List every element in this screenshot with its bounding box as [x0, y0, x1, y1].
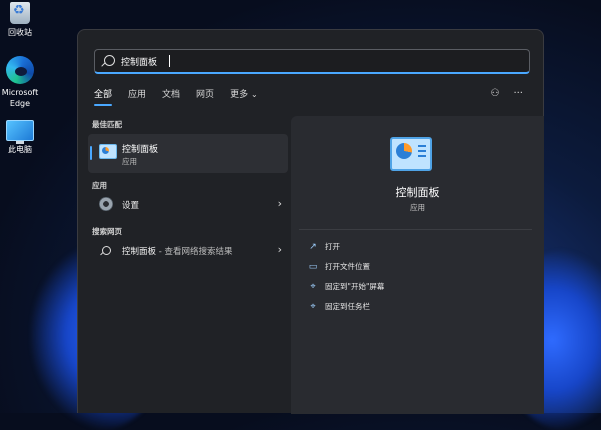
pin-icon: ⌖ [310, 282, 316, 292]
action-label: 打开文件位置 [325, 262, 370, 271]
action-label: 打开 [325, 242, 340, 251]
best-match-name: 控制面板 [122, 145, 159, 155]
recycle-bin-icon [10, 2, 30, 24]
action-label: 固定到任务栏 [325, 302, 370, 311]
header-actions: ⚇ ··· [490, 88, 523, 99]
search-icon [104, 55, 115, 66]
app-result-settings[interactable]: 设置 › [88, 193, 288, 217]
web-result[interactable]: 控制面板 - 查看网络搜索结果 › [88, 239, 288, 263]
desktop-edge[interactable]: Microsoft Edge [0, 56, 42, 109]
desktop-icon-label: 回收站 [8, 28, 32, 37]
detail-title: 控制面板 [395, 186, 440, 199]
filter-tabs: 全部 应用 文档 网页 更多 ⌄ [94, 88, 274, 108]
best-match-item[interactable]: 控制面板 应用 [88, 134, 288, 173]
chevron-right-icon: › [277, 197, 282, 210]
divider [299, 229, 532, 230]
chevron-right-icon: › [277, 243, 282, 256]
settings-gear-icon [99, 197, 113, 211]
desktop-icon-label: 此电脑 [8, 145, 32, 154]
tab-all[interactable]: 全部 [94, 88, 118, 106]
results-list: 最佳匹配 控制面板 应用 应用 设置 › 搜索网页 控制面板 - 查看网络搜索结… [88, 118, 288, 271]
more-icon[interactable]: ··· [513, 88, 523, 99]
section-title-web: 搜索网页 [92, 227, 122, 236]
start-search-panel: 全部 应用 文档 网页 更多 ⌄ ⚇ ··· 最佳匹配 控制面板 应用 应用 设… [77, 29, 544, 414]
web-result-label: 控制面板 - 查看网络搜索结果 [122, 245, 233, 257]
open-icon: ↗ [309, 242, 317, 252]
section-title-apps: 应用 [92, 181, 107, 190]
control-panel-icon [390, 137, 432, 171]
share-icon[interactable]: ⚇ [490, 88, 499, 99]
detail-type: 应用 [410, 203, 425, 212]
best-match-type: 应用 [122, 157, 137, 166]
search-icon [102, 246, 111, 255]
desktop-icon-label: Microsoft Edge [1, 88, 39, 108]
desktop-this-pc[interactable]: 此电脑 [0, 120, 40, 155]
tab-documents[interactable]: 文档 [162, 88, 186, 104]
folder-icon: ▭ [308, 262, 318, 272]
chevron-down-icon: ⌄ [250, 90, 258, 99]
detail-pane: 控制面板 应用 ↗ 打开 ▭ 打开文件位置 ⌖ 固定到"开始"屏幕 ⌖ 固定到任… [291, 116, 544, 414]
control-panel-icon [99, 144, 117, 159]
computer-icon [6, 120, 34, 144]
section-title-best-match: 最佳匹配 [92, 120, 122, 129]
tab-more[interactable]: 更多 ⌄ [230, 88, 264, 104]
text-caret [169, 55, 170, 67]
web-result-name: 控制面板 [122, 247, 157, 257]
tab-apps[interactable]: 应用 [128, 88, 152, 104]
action-label: 固定到"开始"屏幕 [325, 282, 385, 291]
pin-icon: ⌖ [310, 302, 316, 312]
tab-web[interactable]: 网页 [196, 88, 220, 104]
web-result-sub: - 查看网络搜索结果 [156, 247, 233, 257]
search-input[interactable] [121, 52, 501, 70]
tab-more-label: 更多 [230, 90, 249, 100]
app-result-label: 设置 [122, 201, 140, 211]
desktop-recycle-bin[interactable]: 回收站 [0, 2, 40, 38]
edge-icon [6, 56, 34, 84]
search-box[interactable] [94, 49, 530, 74]
